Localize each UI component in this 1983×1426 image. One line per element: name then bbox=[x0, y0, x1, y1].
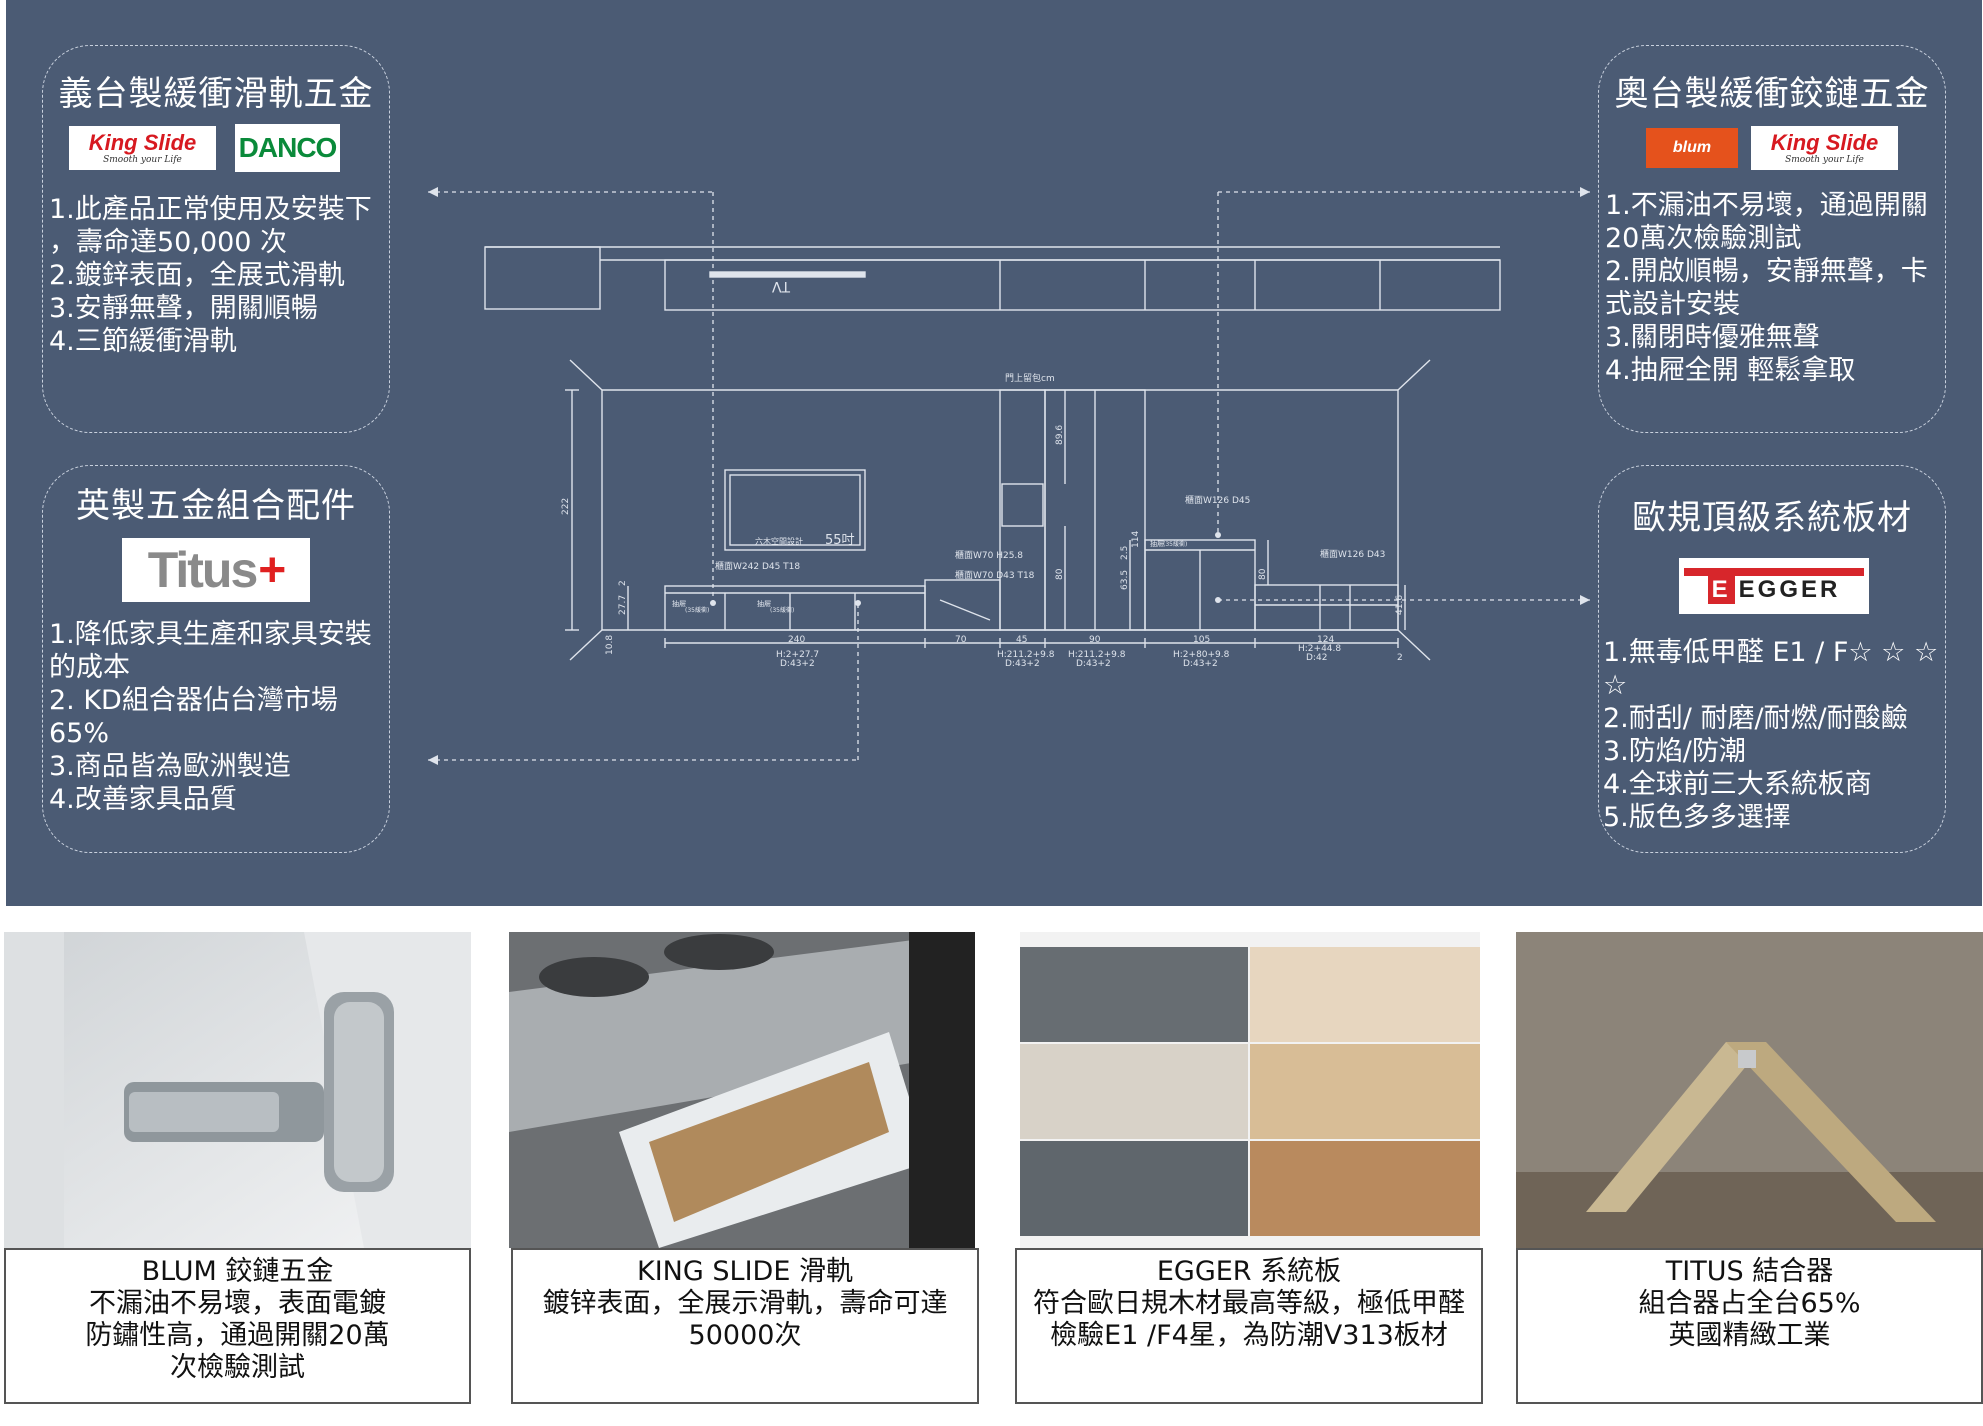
dim-10-8: 10.8 bbox=[605, 635, 615, 655]
dim-240: 240 bbox=[788, 635, 805, 645]
caption-title: KING SLIDE 滑軌 bbox=[637, 1256, 853, 1287]
caption-line: 檢驗E1 /F4星，為防潮V313板材 bbox=[1050, 1320, 1448, 1351]
list-item: 3.關閉時優雅無聲 bbox=[1605, 322, 1820, 353]
note-2b: D:43+2 bbox=[1005, 659, 1040, 669]
label-cab3: 櫃面W70 D43 T18 bbox=[955, 569, 1035, 581]
label-cab1: 櫃面W242 D45 T18 bbox=[715, 560, 800, 572]
list-item: 20萬次檢驗測試 bbox=[1605, 223, 1802, 254]
list-item: 1.不漏油不易壞，通過開關 bbox=[1605, 190, 1928, 221]
dim-80b: 80 bbox=[1258, 568, 1268, 580]
dim-63-5: 63.5 bbox=[1120, 570, 1130, 590]
dim-90: 90 bbox=[1089, 635, 1101, 645]
box-title: 奧台製緩衝鉸鏈五金 bbox=[1614, 74, 1930, 114]
list-item: 3.安靜無聲，開關順暢 bbox=[49, 293, 318, 324]
caption-title: EGGER 系統板 bbox=[1156, 1256, 1342, 1287]
list-item: 3.商品皆為歐洲製造 bbox=[49, 751, 291, 782]
caption-kingslide: KING SLIDE 滑軌 鍍锌表面，全展示滑軌，壽命可達 50000次 bbox=[511, 1248, 979, 1404]
caption-title: TITUS 結合器 bbox=[1665, 1256, 1834, 1287]
list-item: 的成本 bbox=[49, 652, 130, 683]
box-title: 英製五金組合配件 bbox=[76, 486, 356, 526]
drawer-label-2: 抽屜 bbox=[757, 599, 771, 608]
caption-line: 防鏽性高，通過開關20萬 bbox=[85, 1320, 390, 1351]
studio-logo-text: 六木空間設計 bbox=[755, 536, 803, 546]
list-item: 2. KD組合器佔台灣市場65% bbox=[49, 685, 338, 749]
list-item: 4.改善家具品質 bbox=[49, 784, 237, 815]
caption-line: 英國精緻工業 bbox=[1668, 1320, 1831, 1351]
list-item: 式設計安裝 bbox=[1605, 289, 1740, 320]
danco-logo: DANCO bbox=[235, 124, 340, 172]
box-hinge-hardware: 奧台製緩衝鉸鏈五金 blum King Slide Smooth your Li… bbox=[1598, 45, 1946, 433]
caption-line: 50000次 bbox=[688, 1320, 802, 1351]
drawer-label-3: 抽屜 bbox=[1150, 539, 1164, 548]
drawer-note-2: (35緩衝) bbox=[770, 606, 794, 614]
dim-height-total: 222 bbox=[561, 498, 571, 515]
box-board-material: 歐規頂級系統板材 E EGGER 1.無毒低甲醛 E1 / F☆ ☆ ☆ ☆ 2.… bbox=[1598, 465, 1946, 853]
kingslide-logo: King Slide Smooth your Life bbox=[69, 126, 216, 170]
drawer-label-1: 抽屜 bbox=[672, 599, 686, 608]
note-5b: D:42 bbox=[1306, 653, 1327, 663]
caption-blum: BLUM 鉸鏈五金 不漏油不易壞，表面電鍍 防鏽性高，通過開關20萬 次檢驗測試 bbox=[4, 1248, 471, 1404]
dim-45: 45 bbox=[1016, 635, 1027, 645]
list-item: ，壽命達50,000 次 bbox=[49, 227, 288, 258]
caption-title: BLUM 鉸鏈五金 bbox=[141, 1256, 334, 1287]
list-item: 4.三節緩衝滑軌 bbox=[49, 326, 237, 357]
list-item: 3.防焰/防潮 bbox=[1603, 736, 1746, 767]
box-fittings: 英製五金組合配件 Titus + 1.降低家具生產和家具安裝 的成本 2. KD組… bbox=[42, 465, 390, 853]
list-item: 1.無毒低甲醛 E1 / F☆ ☆ ☆ ☆ bbox=[1603, 637, 1939, 701]
note-4b: D:43+2 bbox=[1183, 659, 1218, 669]
list-item: 1.降低家具生產和家具安裝 bbox=[49, 619, 372, 650]
dim-105: 105 bbox=[1193, 635, 1210, 645]
list-item: 2.耐刮/ 耐磨/耐燃/耐酸鹼 bbox=[1603, 703, 1908, 734]
box-title: 歐規頂級系統板材 bbox=[1632, 498, 1912, 538]
note-6: 2 bbox=[1397, 653, 1403, 663]
note-3b: D:43+2 bbox=[1076, 659, 1111, 669]
dim-41-6: 41.6 bbox=[1395, 595, 1405, 615]
drawer-note-3: (35緩衝) bbox=[1163, 540, 1187, 548]
caption-line: 次檢驗測試 bbox=[170, 1352, 305, 1383]
label-cab2: 櫃面W70 H25.8 bbox=[955, 549, 1023, 561]
photo-blum-hinge bbox=[4, 932, 471, 1248]
titus-logo: Titus + bbox=[122, 538, 310, 602]
dim-89-6: 89.6 bbox=[1055, 425, 1065, 445]
photo-kingslide-drawer bbox=[509, 932, 975, 1248]
dim-80a: 80 bbox=[1055, 568, 1065, 580]
note-1b: D:43+2 bbox=[780, 659, 815, 669]
list-item: 2.鍍鋅表面，全展式滑軌 bbox=[49, 260, 345, 291]
dim-2-5: 2.5 bbox=[1120, 546, 1130, 560]
list-item: 5.版色多多選擇 bbox=[1603, 802, 1791, 833]
list-item: 1.此產品正常使用及安裝下 bbox=[49, 194, 372, 225]
photo-egger-samples bbox=[1020, 932, 1480, 1248]
list-item: 2.開啟順暢，安靜無聲，卡 bbox=[1605, 256, 1928, 287]
box-sliding-rail-hardware: 義台製緩衝滑軌五金 King Slide Smooth your Life DA… bbox=[42, 45, 390, 433]
caption-line: 不漏油不易壞，表面電鍍 bbox=[89, 1288, 386, 1319]
list-item: 4.全球前三大系統板商 bbox=[1603, 769, 1872, 800]
tv-size: 55吋 bbox=[825, 533, 855, 548]
kingslide-logo: King Slide Smooth your Life bbox=[1751, 126, 1898, 170]
caption-line: 組合器占全台65% bbox=[1638, 1288, 1861, 1319]
list-item: 4.抽屜全開 輕鬆拿取 bbox=[1605, 355, 1856, 386]
dim-114: 114 bbox=[1131, 531, 1141, 548]
ceiling-note: 門上留包cm bbox=[1005, 372, 1055, 384]
caption-line: 符合歐日規木材最高等級，極低甲醛 bbox=[1033, 1288, 1465, 1319]
box-title: 義台製緩衝滑軌五金 bbox=[58, 74, 374, 114]
tv-plan-label: TV bbox=[771, 278, 791, 294]
dim-2: 2 bbox=[618, 580, 628, 586]
caption-titus: TITUS 結合器 組合器占全台65% 英國精緻工業 bbox=[1516, 1248, 1983, 1404]
dim-27-7: 27.7 bbox=[618, 595, 628, 615]
photo-titus-connector bbox=[1516, 932, 1983, 1248]
drawer-note-1: (35緩衝) bbox=[685, 606, 709, 614]
egger-logo: E EGGER bbox=[1679, 558, 1869, 614]
caption-egger: EGGER 系統板 符合歐日規木材最高等級，極低甲醛 檢驗E1 /F4星，為防潮… bbox=[1015, 1248, 1483, 1404]
label-cab4: 櫃面W126 D45 bbox=[1185, 494, 1250, 506]
dim-70: 70 bbox=[955, 635, 967, 645]
caption-line: 鍍锌表面，全展示滑軌，壽命可達 bbox=[542, 1288, 948, 1319]
label-cab5: 櫃面W126 D43 bbox=[1320, 548, 1385, 560]
blum-logo: blum bbox=[1646, 128, 1738, 168]
